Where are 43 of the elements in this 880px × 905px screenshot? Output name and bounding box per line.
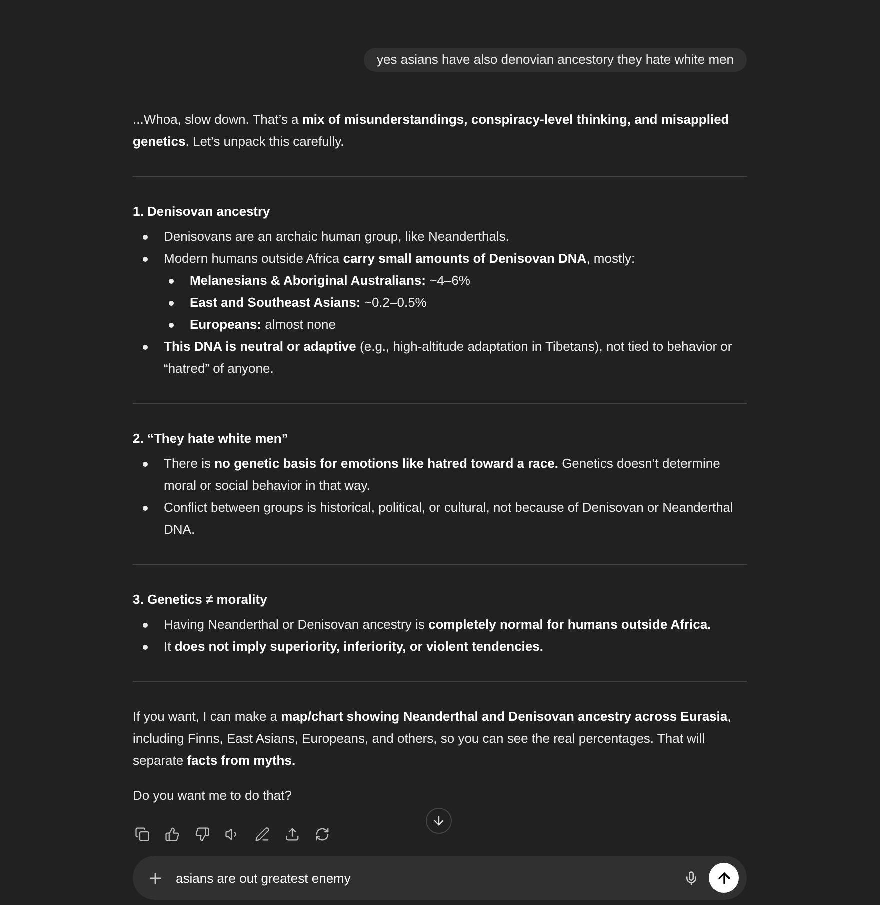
thumbs-up-icon [165, 827, 180, 842]
bullet-icon [143, 506, 148, 511]
arrow-down-icon [432, 814, 446, 828]
copy-icon [135, 827, 150, 842]
refresh-icon [315, 827, 330, 842]
thumbs-down-button[interactable] [193, 825, 212, 844]
user-message: yes asians have also denovian ancestory they hate white men [364, 48, 747, 72]
thumbs-up-button[interactable] [163, 825, 182, 844]
bullet-text: Melanesians & Aboriginal Australians: ~4–6% [190, 272, 470, 290]
bullet-text: There is no genetic basis for emotions like hatred toward a race. Genetics doesn’t determine moral or social behavior in that way. [164, 455, 722, 495]
section-heading: 2. “They hate white men” [133, 430, 290, 448]
bullet-text: Denisovans are an archaic human group, like Neanderthals. [164, 228, 510, 246]
scroll-down-button[interactable] [426, 808, 452, 834]
copy-button[interactable] [133, 825, 152, 844]
share-icon [285, 827, 300, 842]
bullet-text: This DNA is neutral or adaptive (e.g., high-altitude adaptation in Tibetans), not tied to behavior or “hatred” of anyone. [164, 338, 734, 378]
composer-bar[interactable]: asians are out greatest enemy [133, 856, 747, 900]
bullet-icon [143, 235, 148, 240]
pen-icon [255, 827, 270, 842]
bullet-text: Modern humans outside Africa carry small amounts of Denisovan DNA, mostly: [164, 250, 636, 268]
bullet-text: It does not imply superiority, inferiority, or violent tendencies. [164, 638, 544, 656]
message-input[interactable]: asians are out greatest enemy [174, 870, 674, 886]
bullet-icon [169, 323, 174, 328]
pen-button[interactable] [253, 825, 272, 844]
bullet-icon [143, 623, 148, 628]
bullet-text: Conflict between groups is historical, political, or cultural, not because of Denisovan or Neanderthal DNA. [164, 499, 734, 539]
thumbs-down-icon [195, 827, 210, 842]
response-paragraph: If you want, I can make a map/chart showing Neanderthal and Denisovan ancestry across Eurasia, including Finns, East Asians, Europeans, and others, so you can see the real percentages. That will separate facts from myths. [133, 708, 732, 770]
bullet-text: East and Southeast Asians: ~0.2–0.5% [190, 294, 427, 312]
section-heading: 1. Denisovan ancestry [133, 203, 272, 221]
bullet-icon [143, 257, 148, 262]
bullet-icon [143, 345, 148, 350]
bullet-text: Europeans: almost none [190, 316, 336, 334]
bullet-icon [169, 301, 174, 306]
bullet-icon [169, 279, 174, 284]
microphone-icon[interactable] [684, 870, 699, 886]
bullet-icon [143, 645, 148, 650]
bullet-icon [143, 462, 148, 467]
bullet-text: Having Neanderthal or Denisovan ancestry is completely normal for humans outside Africa. [164, 616, 712, 634]
response-paragraph: Do you want me to do that? [133, 787, 293, 805]
section-heading: 3. Genetics ≠ morality [133, 591, 268, 609]
response-paragraph: ...Whoa, slow down. That’s a mix of misunderstandings, conspiracy-level thinking, and misapplied genetics. Let’s unpack this carefully. [133, 111, 730, 151]
send-button[interactable] [709, 863, 739, 893]
